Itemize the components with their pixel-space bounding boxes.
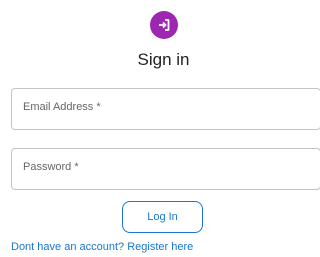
login-icon [159,19,170,31]
avatar [150,11,178,39]
login-button[interactable]: Log In [122,201,203,233]
password-field[interactable]: Password * [11,148,320,190]
register-link[interactable]: Dont have an account? Register here [11,241,193,253]
email-field-label: Email Address * [23,101,101,113]
email-field[interactable]: Email Address * [11,88,320,130]
page-title: Sign in [137,50,190,69]
password-field-label: Password * [23,161,79,173]
